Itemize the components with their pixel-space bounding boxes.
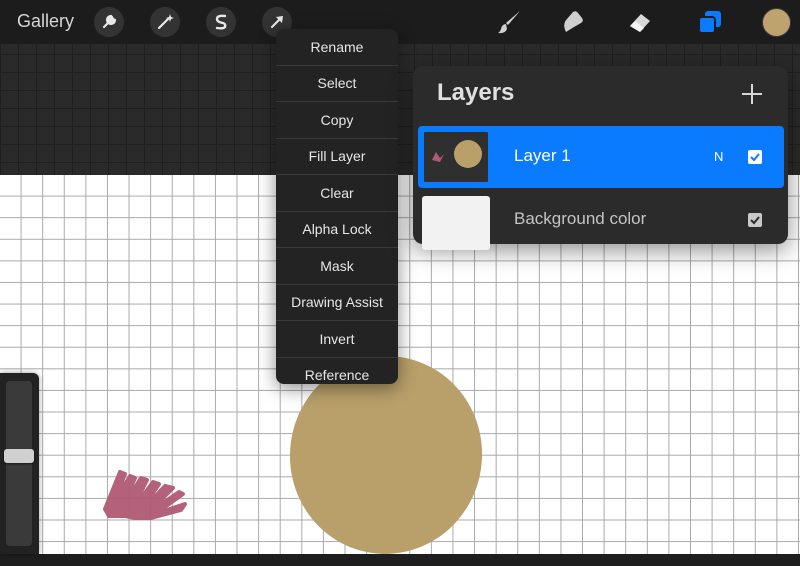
menu-item-select[interactable]: Select <box>276 66 398 102</box>
magic-wand-icon[interactable] <box>149 6 181 38</box>
add-layer-button[interactable] <box>738 80 766 108</box>
selection-s-icon[interactable] <box>205 6 237 38</box>
layer-row-layer-1[interactable]: Layer 1 N <box>418 126 784 188</box>
menu-item-drawing-assist[interactable]: Drawing Assist <box>276 285 398 321</box>
layers-panel: Layers Layer 1 N Background color <box>413 66 788 250</box>
background-thumbnail <box>422 196 490 250</box>
menu-item-fill-layer[interactable]: Fill Layer <box>276 139 398 175</box>
checkmark-icon <box>750 153 760 162</box>
smudge-icon[interactable] <box>556 6 588 38</box>
layer-visibility-checkbox[interactable] <box>748 150 762 164</box>
checkmark-icon <box>750 216 760 225</box>
top-toolbar: Gallery <box>0 0 800 44</box>
color-swatch-button[interactable] <box>762 8 791 37</box>
menu-item-alpha-lock[interactable]: Alpha Lock <box>276 212 398 248</box>
wrench-icon[interactable] <box>93 6 125 38</box>
menu-item-copy[interactable]: Copy <box>276 102 398 139</box>
menu-item-invert[interactable]: Invert <box>276 321 398 358</box>
menu-item-mask[interactable]: Mask <box>276 248 398 285</box>
layer-options-menu: Rename Select Copy Fill Layer Clear Alpha Loc… <box>276 29 398 384</box>
layer-row-background-color[interactable]: Background color <box>418 189 784 251</box>
menu-item-clear[interactable]: Clear <box>276 175 398 212</box>
menu-item-rename[interactable]: Rename <box>276 29 398 66</box>
layer-thumbnail <box>422 130 490 184</box>
layer-name: Background color <box>514 209 647 228</box>
background-visibility-checkbox[interactable] <box>748 213 762 227</box>
menu-item-reference[interactable]: Reference <box>276 358 398 394</box>
brush-size-slider-thumb[interactable] <box>4 448 34 463</box>
layers-title: Layers <box>437 79 515 106</box>
layers-icon[interactable] <box>694 6 726 38</box>
brush-icon[interactable] <box>494 6 526 38</box>
plus-icon <box>742 84 762 104</box>
brush-sliders-panel <box>0 373 39 554</box>
blend-mode-button[interactable]: N <box>714 149 723 164</box>
brush-size-slider[interactable] <box>6 381 32 546</box>
layer-name: Layer 1 <box>514 146 571 165</box>
gallery-button[interactable]: Gallery <box>17 11 74 32</box>
pink-scribble-stroke <box>103 470 187 520</box>
eraser-icon[interactable] <box>624 6 656 38</box>
